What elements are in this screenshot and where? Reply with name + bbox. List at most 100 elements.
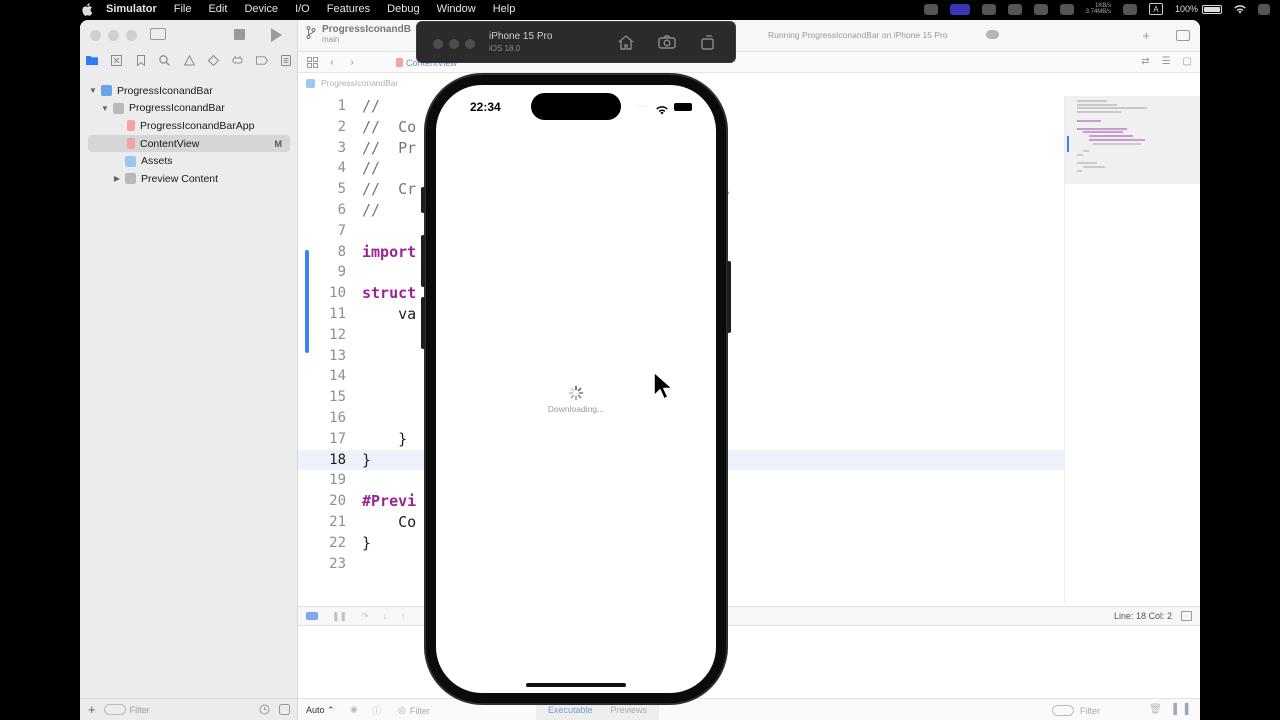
find-icon[interactable] [159,54,171,66]
volume-down-button[interactable] [421,297,425,349]
minimap-line [1083,166,1105,168]
menu-edit[interactable]: Edit [208,3,227,15]
menu-debug[interactable]: Debug [387,3,419,15]
step-out-icon[interactable]: ↑ [401,611,406,622]
wifi-icon[interactable] [1234,3,1246,15]
info-icon[interactable]: ⓘ [372,704,381,717]
grid-icon[interactable] [306,57,318,69]
simulator-zoom-button[interactable] [465,39,475,49]
trash-icon[interactable]: 🗑 [1149,704,1162,715]
breakpoints-toggle-icon[interactable] [306,612,318,620]
branch-name: main [322,35,340,44]
step-over-icon[interactable]: ↷ [361,611,369,622]
filter-options-icon[interactable] [103,704,126,715]
back-icon[interactable]: ‹ [326,57,338,69]
related-items-icon[interactable]: ⇄ [1141,56,1149,67]
cloud-icon[interactable] [1033,3,1048,15]
chevron-down-icon[interactable]: ▼ [100,104,110,113]
menu-io[interactable]: I/O [295,3,310,15]
tree-row-project[interactable]: ▼ ProgressIconandBar [80,82,298,100]
scheme-selector[interactable]: ProgressIconandB main [306,24,411,46]
hexagon-icon[interactable] [1007,3,1022,15]
segment-previews[interactable]: Previews [611,705,648,715]
recent-files-icon[interactable] [258,704,270,716]
menu-window[interactable]: Window [437,3,476,15]
navigator-filter-field[interactable]: Filter [103,704,250,715]
line-number: 7 [337,222,346,239]
inspector-toggle-icon[interactable] [1176,30,1190,41]
home-indicator[interactable] [526,683,626,687]
console-filter-field[interactable]: Filter [1052,705,1100,716]
pause-icon[interactable]: ❚❚ [332,611,347,622]
source-change-indicator[interactable] [305,250,309,353]
rotate-icon[interactable] [700,34,715,55]
zoom-window-button[interactable] [126,30,137,41]
debug-area-toggle-icon[interactable] [1181,611,1192,621]
tree-row-app-file[interactable]: ProgressIconandBarApp [80,117,298,135]
minimap[interactable] [1064,96,1200,604]
input-source-indicator[interactable]: A [1148,3,1163,15]
menu-file[interactable]: File [174,3,192,15]
line-number: 17 [329,430,346,447]
editor-options-icon[interactable]: ☰ [1162,56,1171,67]
tree-row-assets[interactable]: Assets [80,152,298,170]
tree-row-group[interactable]: ▼ ProgressIconandBar [80,100,298,118]
test-icon[interactable] [207,54,219,66]
step-into-icon[interactable]: ↓ [383,611,388,622]
chevron-right-icon[interactable]: ▶ [112,174,122,183]
bookmark-icon[interactable] [135,54,147,66]
simulator-minimize-button[interactable] [449,39,459,49]
menu-features[interactable]: Features [327,3,370,15]
simulator-close-button[interactable] [433,39,443,49]
home-icon[interactable] [618,35,634,55]
apple-menu-icon[interactable] [80,2,94,16]
action-button[interactable] [421,187,425,213]
close-window-button[interactable] [90,30,101,41]
minimize-window-button[interactable] [108,30,119,41]
breakpoint-icon[interactable] [255,54,268,66]
forward-icon[interactable]: › [346,57,358,69]
screenshot-icon[interactable] [658,35,676,55]
add-icon[interactable]: + [88,702,96,717]
variables-view-icon[interactable]: ▐ [1170,704,1177,715]
status-app-icon[interactable] [923,3,938,15]
menu-device[interactable]: Device [244,3,278,15]
run-button[interactable] [271,28,282,42]
volume-up-button[interactable] [421,235,425,287]
tree-label-project: ProgressIconandBar [117,84,213,97]
stop-button[interactable] [234,29,245,40]
minimap-line [1077,162,1097,164]
project-navigator-icon[interactable] [86,54,98,66]
cube-icon[interactable] [981,3,996,15]
cursor-position: Line: 18 Col: 2 [1113,611,1172,621]
device-screen[interactable]: 22:34 ···· Downloading... [436,85,716,693]
split-editor-icon[interactable]: ▢ [1183,56,1192,67]
menu-help[interactable]: Help [493,3,516,15]
source-control-icon[interactable] [110,54,122,66]
segment-executable[interactable]: Executable [548,705,593,715]
network-monitor[interactable]: 1KB/s 3.74MB/s [1086,3,1111,15]
eye-icon[interactable]: ◉ [350,704,358,715]
debug-icon[interactable] [232,54,244,66]
library-add-icon[interactable]: + [1142,28,1150,43]
modified-filter-icon[interactable] [278,704,290,716]
variables-scope-select[interactable]: Auto ⌃ [306,705,335,716]
issue-icon[interactable] [183,54,195,66]
console-view-icon[interactable]: ▌ [1185,704,1192,715]
minimap-line [1093,143,1141,145]
variables-filter-field[interactable]: ◎ Filter [398,705,430,716]
filter-options-icon[interactable] [1052,705,1074,716]
tray-icon[interactable] [1059,3,1074,15]
toggle-navigator-icon[interactable] [150,28,166,40]
breadcrumb-project[interactable]: ProgressIconandBar [321,78,399,88]
tree-row-contentview[interactable]: ContentView M [88,134,290,153]
control-center-icon[interactable] [1258,3,1270,15]
chevron-down-icon[interactable]: ▼ [88,86,98,95]
bluetooth-icon[interactable] [1122,3,1137,15]
tree-row-preview-content[interactable]: ▶ Preview Content [80,170,298,188]
menu-simulator[interactable]: Simulator [106,3,157,15]
power-button[interactable] [727,261,731,333]
screen-record-icon[interactable] [949,3,970,15]
report-icon[interactable] [280,54,292,66]
battery-indicator[interactable]: 100% [1175,4,1222,14]
